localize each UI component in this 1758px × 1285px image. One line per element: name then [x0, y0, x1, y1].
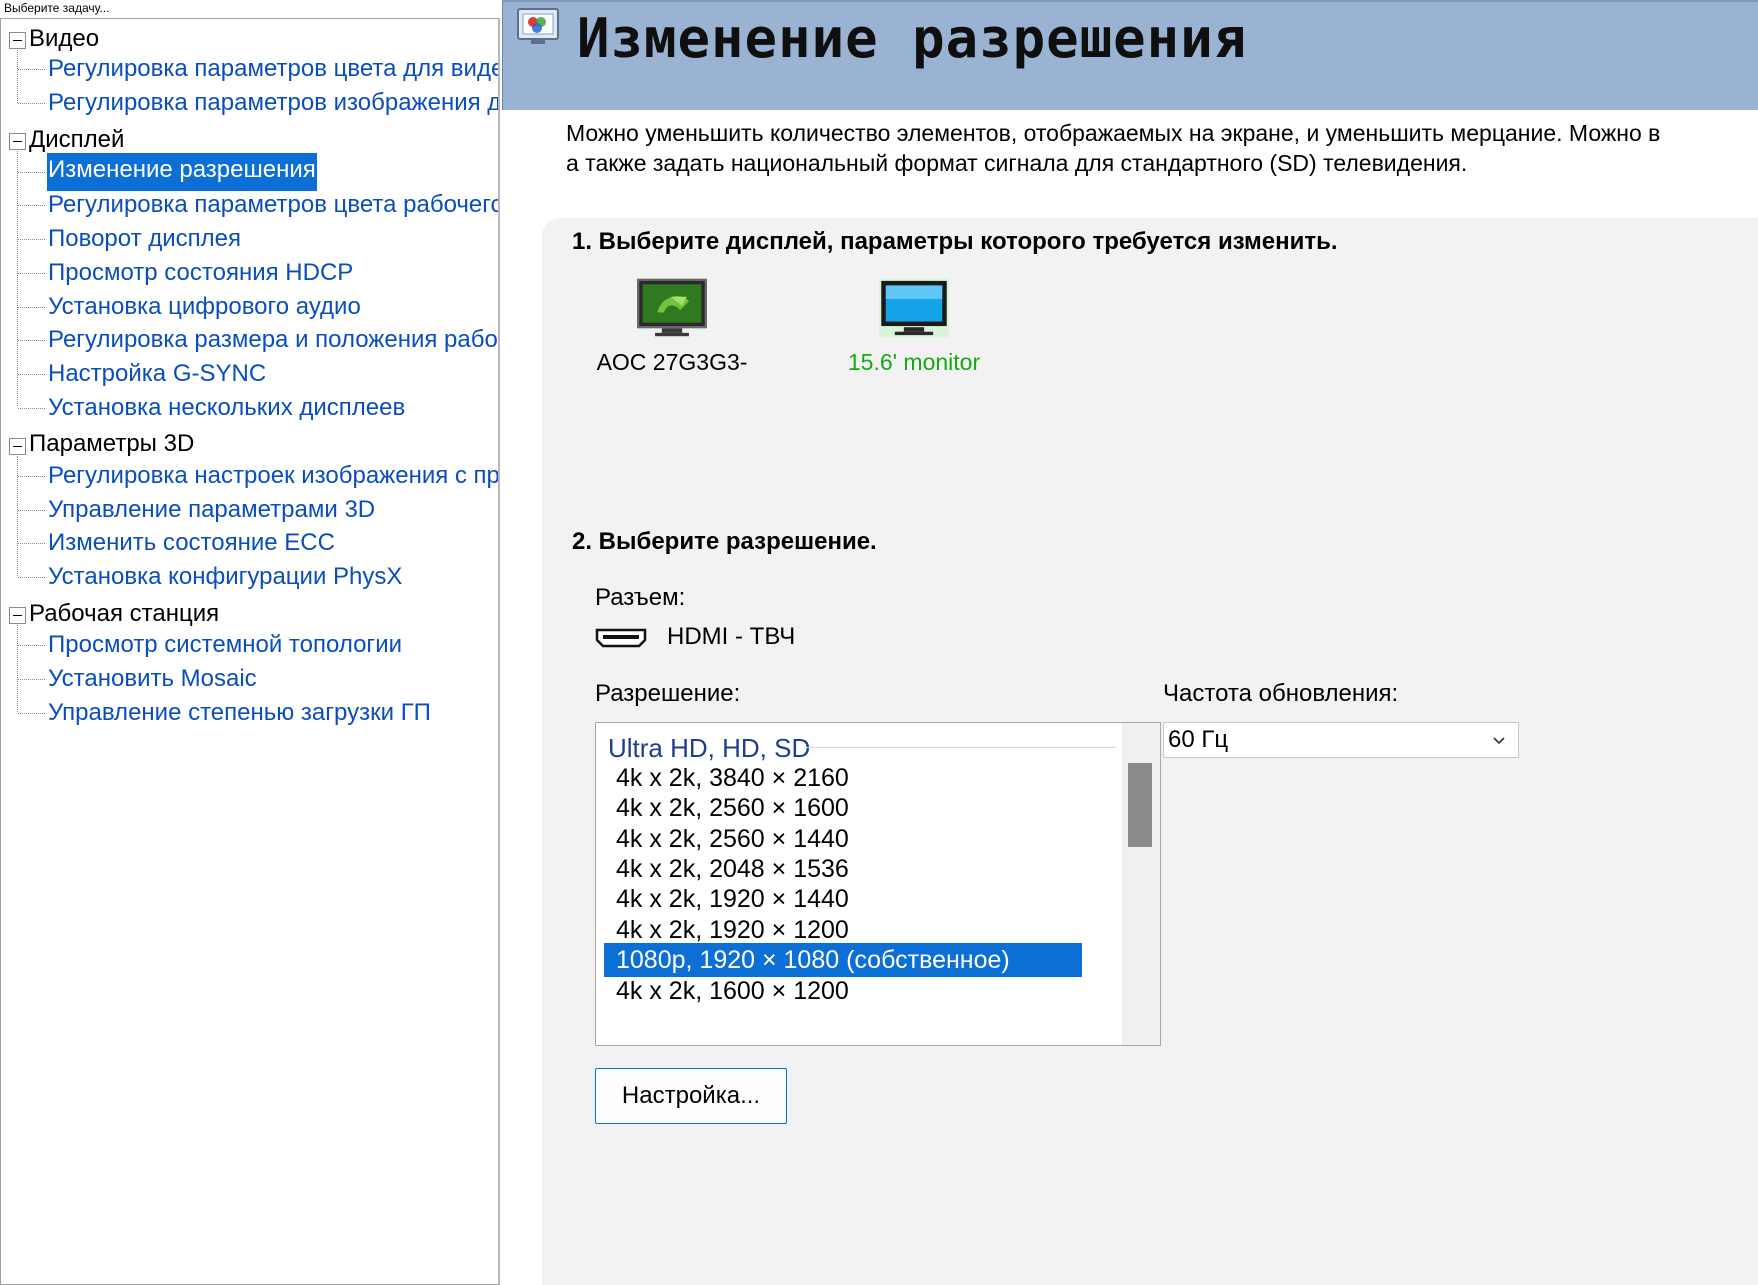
connector-label: Разъем:	[595, 584, 686, 611]
tree-item-change-resolution[interactable]: Изменение разрешения	[47, 153, 317, 191]
tree-item-rotate-display[interactable]: Поворот дисплея	[47, 223, 242, 255]
tree-category-3d[interactable]: Параметры 3D	[29, 428, 194, 460]
page-header: Изменение разрешения	[502, 0, 1758, 110]
resolution-scrollbar[interactable]	[1122, 723, 1160, 1045]
tree-connector	[18, 374, 45, 375]
nvidia-monitor-icon	[637, 278, 707, 337]
tree-item-system-topology[interactable]: Просмотр системной топологии	[47, 629, 403, 661]
settings-card: 1. Выберите дисплей, параметры которого …	[542, 218, 1758, 1285]
scrollbar-thumb[interactable]	[1128, 763, 1152, 847]
resolution-group-header: Ultra HD, HD, SD	[608, 733, 811, 763]
resolution-option-selected[interactable]: 1080p, 1920 × 1080 (собственное)	[604, 943, 1082, 977]
display-tile-15-6-monitor[interactable]: 15.6' monitor	[834, 278, 994, 376]
tree-connector	[17, 456, 18, 576]
tree-connector	[18, 69, 45, 70]
tree-connector	[18, 340, 45, 341]
tree-item-hdcp-status[interactable]: Просмотр состояния HDCP	[47, 257, 354, 289]
tree-category-video[interactable]: Видео	[29, 23, 99, 55]
page-title: Изменение разрешения	[577, 7, 1248, 70]
tree-connector	[17, 625, 18, 712]
resolution-label: Разрешение:	[595, 680, 741, 707]
refresh-rate-label: Частота обновления:	[1163, 680, 1399, 707]
tree-item-desktop-size[interactable]: Регулировка размера и положения рабочего…	[47, 324, 498, 356]
resolution-list[interactable]: Ultra HD, HD, SD 4k x 2k, 3840 × 2160 4k…	[595, 722, 1161, 1046]
group-divider	[806, 747, 1116, 748]
display-settings-icon	[517, 8, 559, 44]
resolution-option[interactable]: 4k x 2k, 3840 × 2160	[604, 761, 1082, 795]
tree-connector	[18, 645, 45, 646]
resolution-option[interactable]: 4k x 2k, 1920 × 1200	[604, 913, 1082, 947]
tree-connector	[18, 476, 45, 477]
tree-connector	[18, 408, 45, 409]
task-panel-caption: Выберите задачу...	[4, 1, 110, 15]
collapse-toggle-icon[interactable]	[9, 32, 26, 49]
refresh-rate-value: 60 Гц	[1168, 726, 1229, 753]
tree-item-gsync[interactable]: Настройка G-SYNC	[47, 358, 267, 390]
tree-connector	[18, 307, 45, 308]
tree-connector	[17, 151, 18, 406]
task-panel: Выберите задачу... Видео Регулировка пар…	[0, 0, 500, 1285]
customize-button[interactable]: Настройка...	[595, 1068, 787, 1124]
tree-connector	[17, 50, 18, 103]
connector-value: HDMI - ТВЧ	[667, 623, 796, 650]
tree-item-image-preview[interactable]: Регулировка настроек изображения с просм…	[47, 460, 498, 492]
resolution-option[interactable]: 4k x 2k, 2560 × 1600	[604, 791, 1082, 825]
tree-item-ecc[interactable]: Изменить состояние ECC	[47, 527, 336, 559]
task-tree[interactable]: Видео Регулировка параметров цвета для в…	[0, 18, 500, 1285]
tree-item-video-color[interactable]: Регулировка параметров цвета для видео	[47, 53, 498, 85]
tree-category-display[interactable]: Дисплей	[29, 124, 124, 156]
tree-connector	[18, 273, 45, 274]
tree-category-workstation[interactable]: Рабочая станция	[29, 598, 219, 630]
tree-connector	[18, 577, 45, 578]
hdmi-icon	[595, 628, 647, 648]
description-line: Можно уменьшить количество элементов, от…	[566, 120, 1661, 146]
tree-connector	[18, 679, 45, 680]
display-label: 15.6' monitor	[847, 349, 981, 375]
tree-item-desktop-color[interactable]: Регулировка параметров цвета рабочего ст…	[47, 189, 498, 221]
page-description: Можно уменьшить количество элементов, от…	[566, 118, 1660, 178]
tree-connector	[18, 172, 45, 173]
tree-item-3d-settings[interactable]: Управление параметрами 3D	[47, 494, 376, 526]
chevron-down-icon	[1493, 737, 1505, 745]
display-label: AOC 27G3G3-	[596, 349, 748, 375]
tree-connector	[18, 510, 45, 511]
refresh-rate-select[interactable]: 60 Гц	[1163, 722, 1519, 758]
resolution-option[interactable]: 4k x 2k, 2560 × 1440	[604, 822, 1082, 856]
tree-connector	[18, 543, 45, 544]
description-line: а также задать национальный формат сигна…	[566, 150, 1468, 176]
tree-connector	[18, 205, 45, 206]
collapse-toggle-icon[interactable]	[9, 438, 26, 455]
tree-connector	[18, 713, 45, 714]
collapse-toggle-icon[interactable]	[9, 607, 26, 624]
tree-item-physx[interactable]: Установка конфигурации PhysX	[47, 561, 403, 593]
tree-item-mosaic[interactable]: Установить Mosaic	[47, 663, 258, 695]
resolution-option[interactable]: 4k x 2k, 1920 × 1440	[604, 882, 1082, 916]
resolution-option[interactable]: 4k x 2k, 1600 × 1200	[604, 974, 1082, 1008]
collapse-toggle-icon[interactable]	[9, 133, 26, 150]
resolution-option[interactable]: 4k x 2k, 2048 × 1536	[604, 852, 1082, 886]
monitor-icon	[879, 278, 949, 338]
tree-item-video-image[interactable]: Регулировка параметров изображения для в…	[47, 87, 498, 119]
content-panel: Изменение разрешения Можно уменьшить кол…	[502, 0, 1758, 1285]
tree-item-multiple-displays[interactable]: Установка нескольких дисплеев	[47, 392, 406, 424]
tree-item-digital-audio[interactable]: Установка цифрового аудио	[47, 291, 362, 323]
tree-item-gpu-utilization[interactable]: Управление степенью загрузки ГП	[47, 697, 432, 729]
tree-connector	[18, 103, 45, 104]
step1-title: 1. Выберите дисплей, параметры которого …	[572, 228, 1338, 255]
display-tile-aoc[interactable]: AOC 27G3G3-	[592, 278, 752, 376]
tree-connector	[18, 239, 45, 240]
step2-title: 2. Выберите разрешение.	[572, 528, 877, 555]
